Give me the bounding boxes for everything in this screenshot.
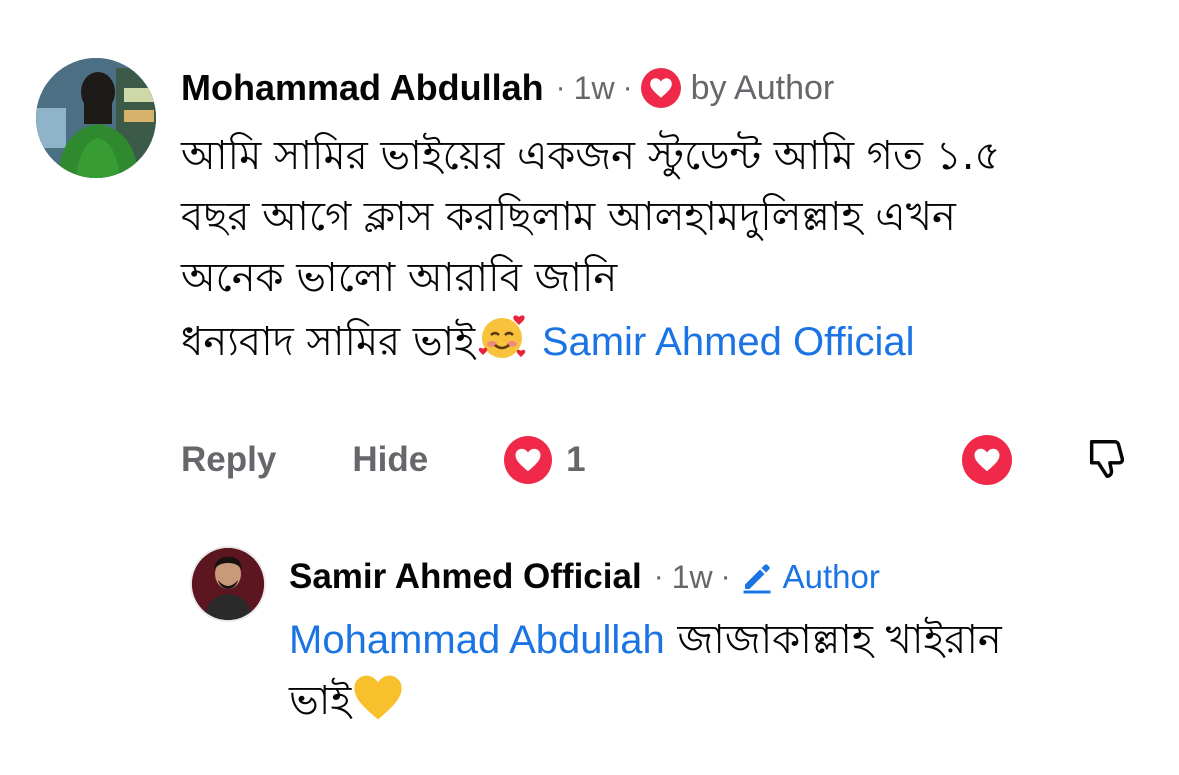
meta-separator: · <box>555 71 566 104</box>
smiling-face-with-hearts-icon <box>475 309 529 381</box>
reaction-count: 1 <box>566 440 586 479</box>
comment-text-line: বছর আগে ক্লাস করছিলাম আলহামদুলিল্লাহ এখন <box>181 194 956 240</box>
reply-body: Mohammad Abdullah জাজাকাল্লাহ খাইরান ভাই <box>289 610 1149 740</box>
reply-text: জাজাকাল্লাহ খাইরান <box>677 617 1002 663</box>
heart-react-button[interactable] <box>962 435 1012 485</box>
reply-text-line: Mohammad Abdullah জাজাকাল্লাহ খাইরান <box>289 610 1149 671</box>
comment-header: Mohammad Abdullah · 1w · by Author <box>181 64 834 112</box>
author-badge: Author <box>782 558 880 595</box>
mention-link[interactable]: Mohammad Abdullah <box>289 618 665 662</box>
reply-text: ভাই <box>289 678 352 724</box>
comment-author-name[interactable]: Mohammad Abdullah <box>181 67 544 109</box>
thumbs-down-icon <box>1089 440 1125 478</box>
heart-icon <box>974 448 1000 472</box>
heart-icon <box>504 436 553 484</box>
comment-text: ধন্যবাদ সামির ভাই <box>181 319 476 365</box>
avatar-photo <box>36 58 156 178</box>
avatar-photo <box>192 548 264 620</box>
reaction-summary[interactable]: 1 <box>504 436 586 484</box>
pencil-icon <box>739 559 775 595</box>
reply-button[interactable]: Reply <box>181 440 276 480</box>
reply-header: Samir Ahmed Official · 1w · Author <box>289 554 880 600</box>
yellow-heart-icon <box>351 672 405 740</box>
hide-button[interactable]: Hide <box>352 440 428 480</box>
comment-body: আমি সামির ভাইয়ের একজন স্টুডেন্ট আমি গত … <box>181 126 1141 381</box>
meta-separator: · <box>720 560 731 593</box>
reply-avatar[interactable] <box>192 548 264 620</box>
comment-text-line-last: ধন্যবাদ সামির ভাই Samir Ahmed Official <box>181 309 1141 381</box>
dislike-button[interactable] <box>1084 436 1130 482</box>
heart-icon <box>640 68 681 108</box>
avatar[interactable] <box>36 58 156 178</box>
mention-link[interactable]: Samir Ahmed Official <box>542 320 915 364</box>
comment-text-line: আমি সামির ভাইয়ের একজন স্টুডেন্ট আমি গত … <box>181 133 1001 179</box>
meta-separator: · <box>653 560 664 593</box>
reply-timestamp[interactable]: 1w <box>672 559 713 596</box>
reply-author-name[interactable]: Samir Ahmed Official <box>289 557 642 597</box>
comment-text-line: অনেক ভালো আরাবি জানি <box>181 255 618 301</box>
loved-by-author-label: by Author <box>690 68 835 107</box>
reply-text-line: ভাই <box>289 671 1149 740</box>
comment-timestamp[interactable]: 1w <box>574 70 615 107</box>
meta-separator: · <box>622 71 633 104</box>
